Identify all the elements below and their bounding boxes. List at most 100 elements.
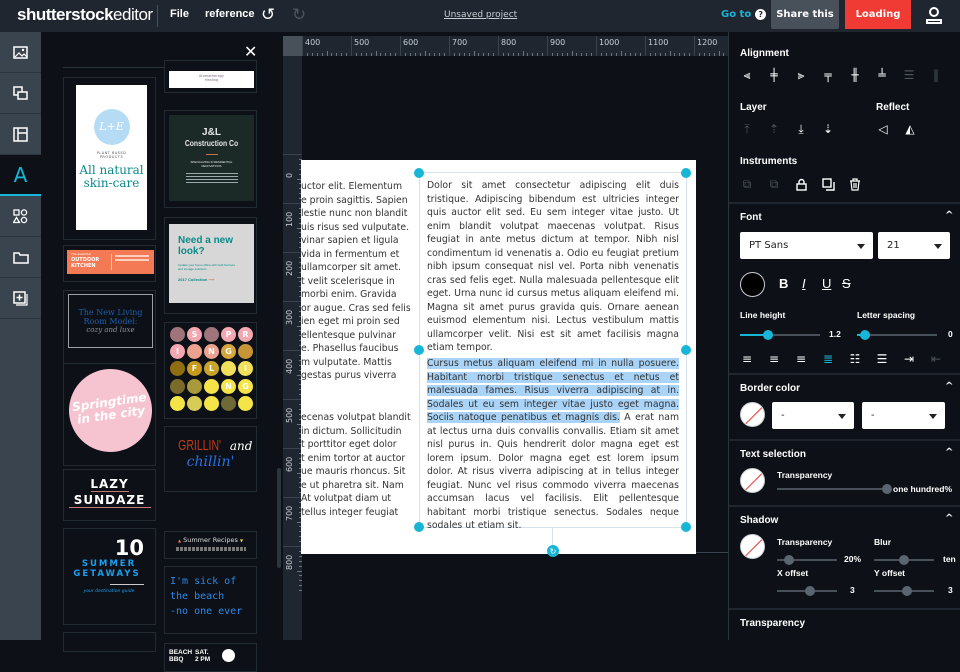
- shadow-y-offset-slider[interactable]: [874, 586, 934, 596]
- document-page[interactable]: uctor elit. Elementum e proin sagittis. S…: [301, 160, 696, 554]
- nav-uploads[interactable]: [0, 237, 41, 278]
- slider-handle[interactable]: [882, 484, 892, 494]
- share-button[interactable]: Share this: [771, 0, 839, 29]
- loading-button[interactable]: Loading: [845, 0, 911, 29]
- template-summer-getaways[interactable]: 10 SUMMER GETAWAYS your destination guid…: [63, 528, 156, 625]
- template-living-room[interactable]: The New Living Room Model: cozy and luxe: [63, 290, 156, 367]
- nav-add[interactable]: [0, 278, 41, 319]
- shadow-color-swatch[interactable]: [740, 534, 765, 559]
- align-middle-v-icon[interactable]: ╫: [848, 68, 862, 82]
- template-construction[interactable]: J&L Construction Co SPECIALIZING IN RESI…: [164, 110, 257, 208]
- left-column-text-lower[interactable]: ecenas volutpat blandit in dictum. Sollic…: [301, 411, 411, 519]
- lock-icon[interactable]: [794, 177, 808, 191]
- nav-text[interactable]: A: [0, 155, 41, 196]
- flip-horizontal-icon[interactable]: ◁: [876, 122, 890, 136]
- shadow-x-offset-slider[interactable]: [777, 586, 837, 596]
- template-springtime[interactable]: Springtime in the city: [63, 363, 156, 466]
- shadow-blur-slider[interactable]: [874, 555, 934, 565]
- numbered-list-icon[interactable]: ☰: [875, 352, 889, 366]
- text-align-right-icon[interactable]: ≡: [794, 352, 808, 366]
- align-top-icon[interactable]: ╤: [821, 68, 835, 82]
- line-height-slider[interactable]: [740, 330, 820, 340]
- align-bottom-icon[interactable]: ╧: [875, 68, 889, 82]
- align-left-icon[interactable]: ⫷: [740, 68, 754, 82]
- nav-templates[interactable]: [0, 114, 41, 155]
- paragraph-2[interactable]: Cursus metus aliquam eleifend mi in null…: [427, 357, 679, 533]
- template-beach-bbq[interactable]: BEACH BBQ SAT. 2 PM: [164, 643, 257, 672]
- ungroup-icon[interactable]: ⧉: [767, 177, 781, 191]
- underline-button[interactable]: U: [822, 276, 831, 291]
- app-logo[interactable]: shutterstockeditor: [17, 5, 153, 25]
- template-aromatherapy[interactable]: Aromatherapy Healing: [164, 60, 257, 93]
- nav-shapes[interactable]: [0, 196, 41, 237]
- resize-handle-bottom-left[interactable]: [414, 522, 424, 532]
- resize-handle-top-right[interactable]: [681, 168, 691, 178]
- bring-forward-icon[interactable]: ⇡: [767, 122, 781, 136]
- collapse-font-icon[interactable]: ^: [945, 210, 953, 221]
- paragraph-1[interactable]: Dolor sit amet consectetur adipiscing el…: [427, 179, 679, 355]
- rotate-handle-icon[interactable]: ↻: [547, 545, 559, 557]
- letter-spacing-slider[interactable]: [857, 330, 937, 340]
- menu-reference[interactable]: reference: [205, 8, 255, 20]
- goto-button[interactable]: Go to?: [721, 9, 767, 20]
- slider-handle[interactable]: [763, 330, 773, 340]
- template-partial[interactable]: [63, 632, 156, 652]
- selection-transparency-slider[interactable]: [777, 484, 892, 494]
- border-color-swatch[interactable]: [740, 402, 765, 427]
- distribute-v-icon[interactable]: ☰: [902, 68, 916, 82]
- bold-button[interactable]: B: [779, 276, 788, 291]
- undo-icon[interactable]: ↺: [261, 5, 275, 25]
- slider-handle[interactable]: [805, 586, 815, 596]
- ruler-corner[interactable]: [283, 36, 302, 56]
- project-status-link[interactable]: Unsaved project: [444, 10, 517, 20]
- collapse-shadow-icon[interactable]: ^: [945, 513, 953, 524]
- slider-handle[interactable]: [784, 555, 794, 565]
- template-new-look[interactable]: Need a new look? Update your home office…: [164, 217, 257, 314]
- align-center-h-icon[interactable]: ╪: [767, 68, 781, 82]
- group-icon[interactable]: ⧉: [740, 177, 754, 191]
- collapse-border-icon[interactable]: ^: [945, 381, 953, 392]
- template-outdoor-kitchen[interactable]: The essential OUTDOOR KITCHEN: [63, 245, 156, 282]
- resize-handle-top-left[interactable]: [414, 168, 424, 178]
- italic-button[interactable]: I: [802, 276, 806, 291]
- redo-icon[interactable]: ↻: [292, 5, 306, 25]
- distribute-h-icon[interactable]: ‖: [929, 68, 943, 82]
- selection-color-swatch[interactable]: [740, 468, 765, 493]
- nav-images[interactable]: [0, 32, 41, 73]
- text-justify-icon[interactable]: ≣: [821, 352, 835, 366]
- border-width-select[interactable]: -: [862, 402, 945, 429]
- outdent-icon[interactable]: ⇤: [929, 352, 943, 366]
- send-backward-icon[interactable]: ⤓: [794, 122, 808, 136]
- strikethrough-button[interactable]: S: [842, 276, 851, 291]
- left-column-text[interactable]: uctor elit. Elementum e proin sagittis. S…: [301, 180, 411, 383]
- template-spring-fling[interactable]: SPRINGFLING: [164, 322, 257, 419]
- text-align-center-icon[interactable]: ≡: [767, 352, 781, 366]
- template-grillin[interactable]: GRILLIN' and chillin': [164, 426, 257, 492]
- menu-file[interactable]: File: [170, 8, 189, 20]
- slider-handle[interactable]: [860, 330, 870, 340]
- bring-to-front-icon[interactable]: ⤒: [740, 122, 754, 136]
- template-skincare[interactable]: L+E PLANT BASED PRODUCTS All natural ski…: [63, 77, 156, 240]
- font-family-select[interactable]: PT Sans: [740, 232, 873, 259]
- send-to-back-icon[interactable]: ⇣: [821, 122, 835, 136]
- template-summer-recipes[interactable]: ▲ Summer Recipes ▼: [164, 531, 257, 559]
- indent-icon[interactable]: ⇥: [902, 352, 916, 366]
- slider-handle[interactable]: [902, 586, 912, 596]
- template-beach-quote[interactable]: I'm sick of the beach -no one ever: [164, 566, 257, 634]
- font-size-select[interactable]: 21: [878, 232, 950, 259]
- template-lazy-sundaze[interactable]: LAZY SUNDAZE: [63, 469, 156, 521]
- border-style-select[interactable]: -: [772, 402, 854, 429]
- resize-handle-middle-right[interactable]: [681, 345, 691, 355]
- user-icon[interactable]: [924, 5, 944, 25]
- flip-vertical-icon[interactable]: ◭: [903, 122, 917, 136]
- slider-handle[interactable]: [899, 555, 909, 565]
- shadow-transparency-slider[interactable]: [777, 555, 837, 565]
- nav-elements[interactable]: [0, 73, 41, 114]
- bulleted-list-icon[interactable]: ☷: [848, 352, 862, 366]
- collapse-text-selection-icon[interactable]: ^: [945, 447, 953, 458]
- resize-handle-middle-left[interactable]: [414, 345, 424, 355]
- duplicate-icon[interactable]: [821, 177, 835, 191]
- font-color-swatch[interactable]: [740, 272, 765, 297]
- resize-handle-bottom-right[interactable]: [681, 522, 691, 532]
- align-right-icon[interactable]: ⫸: [794, 68, 808, 82]
